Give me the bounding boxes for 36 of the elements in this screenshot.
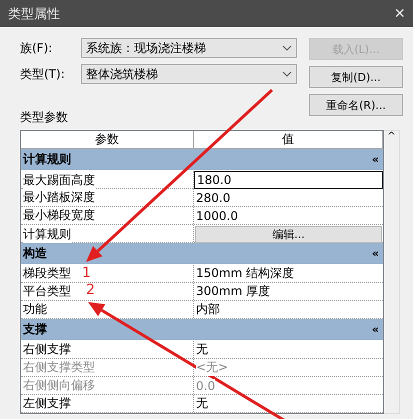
window-title: 类型属性 [8,6,60,22]
parameter-name: 左侧支撑 [23,395,71,412]
value-input-field[interactable]: 180.0 [194,171,383,189]
dialog-button[interactable]: 复制(D)... [309,66,403,88]
value-text: 内部 [196,301,220,318]
value-text: 280.0 [196,190,230,204]
value-text: 1000.0 [196,208,238,222]
parameter-name: 最小踏板深度 [23,189,95,206]
field-label: 族(F): [20,40,54,56]
collapse-icon[interactable]: « [372,323,379,336]
field-label: 类型(T): [20,66,66,82]
parameter-name: 右侧支撑类型 [23,359,95,376]
parameter-name: 右侧支撑 [23,341,71,358]
parameter-name: 平台类型 [23,283,71,300]
group-header[interactable]: 构造 « [21,243,383,265]
group-header[interactable]: 支撑 « [21,319,383,341]
collapse-icon[interactable]: « [372,153,379,166]
value-text: 0.0 [196,378,216,392]
dropdown[interactable]: 系统族：现场浇注楼梯 [81,38,297,58]
parameter-name: 最大踢面高度 [23,172,95,188]
parameter-name: 计算规则 [23,226,71,243]
value-text: 150mm 结构深度 [196,265,294,282]
dialog-button[interactable]: 重命名(R)... [309,94,403,116]
value-text: <无> [196,359,228,376]
edit-button[interactable]: 编辑... [195,226,382,243]
group-header[interactable]: 计算规则 « [21,149,383,171]
parameter-name: 右侧侧向偏移 [23,377,95,394]
annotation-number: 2 [86,282,95,298]
section-label: 类型参数 [20,109,69,126]
parameter-name: 最小梯段宽度 [23,207,95,224]
parameter-name: 梯段类型 [23,265,71,282]
dropdown[interactable]: 整体浇筑楼梯 [81,64,297,84]
annotation-number: 1 [82,265,91,281]
collapse-icon[interactable]: « [372,247,379,260]
close-button[interactable]: × [394,3,405,24]
scrollbar[interactable]: ^ [384,130,400,414]
